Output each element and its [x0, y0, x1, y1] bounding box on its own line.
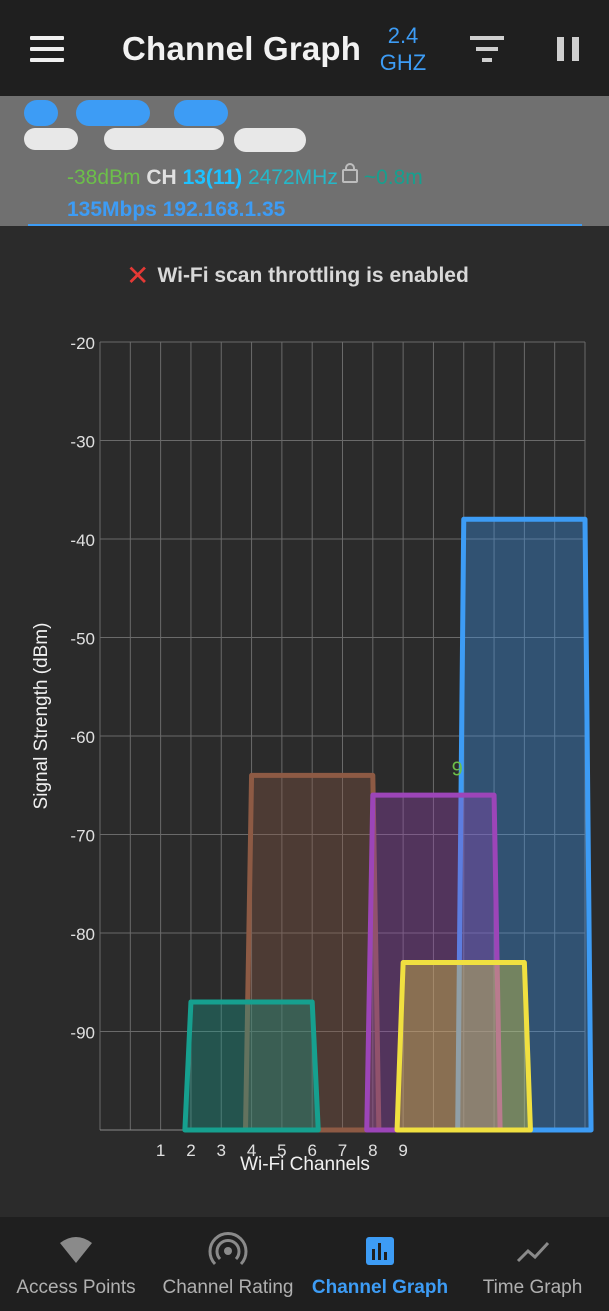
ap-details: -38dBm CH 13(11) 2472MHz ~0.8m: [67, 163, 423, 190]
line-chart-icon: [516, 1241, 549, 1263]
band-value: 2.4: [387, 23, 419, 48]
channel-graph-chart: -20-30-40-50-60-70-80-901 2 3 4 5 6 7 8 99Wi-Fi …: [31, 334, 594, 1175]
redacted-ssid: [24, 100, 234, 126]
nav-label: Access Points: [16, 1277, 136, 1298]
y-tick-label: -20: [70, 334, 95, 353]
ap-link-info: 135Mbps 192.168.1.35: [67, 198, 285, 222]
nav-label: Channel Graph: [311, 1277, 449, 1298]
ap-link-speed: 135Mbps: [67, 198, 157, 221]
band-unit: GHZ: [379, 50, 427, 75]
filter-icon[interactable]: [470, 36, 504, 62]
pause-icon[interactable]: [557, 37, 579, 61]
error-x-icon: ✕: [126, 260, 150, 291]
x-axis-title: Wi-Fi Channels: [240, 1154, 370, 1175]
channel-annotation: 9: [452, 758, 463, 780]
channel-area: [182, 999, 321, 1133]
channel-area: [394, 960, 533, 1133]
y-tick-label: -70: [70, 827, 95, 846]
menu-icon[interactable]: [30, 36, 64, 62]
nav-label: Channel Rating: [162, 1277, 294, 1298]
nav-channel-rating[interactable]: Channel Rating: [152, 1217, 304, 1311]
band-toggle-button[interactable]: 2.4 GHZ: [374, 22, 432, 76]
throttling-warning: ✕ Wi-Fi scan throttling is enabled: [126, 256, 469, 291]
ap-ip: 192.168.1.35: [162, 198, 286, 221]
x-tick-label: 1: [156, 1141, 165, 1160]
bar-chart-icon: [366, 1237, 394, 1265]
wifi-icon: [60, 1237, 92, 1263]
y-tick-label: -90: [70, 1024, 95, 1043]
ap-frequency: 2472MHz: [247, 166, 338, 189]
ap-channel-label: CH: [146, 166, 177, 189]
y-tick-label: -30: [70, 433, 95, 452]
ap-channel: 13(11): [182, 166, 243, 189]
ap-signal: -38dBm: [67, 166, 141, 189]
y-tick-label: -60: [70, 728, 95, 747]
y-tick-label: -80: [70, 925, 95, 944]
bottom-navigation: Access Points Channel Rating Channel Gra…: [0, 1217, 609, 1311]
antenna-icon: [208, 1232, 248, 1266]
ap-card-divider: [28, 224, 582, 226]
x-tick-label: 9: [398, 1141, 407, 1160]
nav-access-points[interactable]: Access Points: [0, 1217, 152, 1311]
app-bar: Channel Graph 2.4 GHZ: [0, 0, 609, 96]
x-tick-label: 3: [217, 1141, 226, 1160]
nav-label: Time Graph: [482, 1277, 583, 1298]
x-tick-label: 2: [186, 1141, 195, 1160]
lock-icon: [341, 163, 358, 183]
warning-text: Wi-Fi scan throttling is enabled: [157, 264, 469, 287]
y-tick-label: -40: [70, 531, 95, 550]
page-title: Channel Graph: [122, 30, 362, 67]
y-axis-title: Signal Strength (dBm): [31, 623, 52, 810]
nav-time-graph[interactable]: Time Graph: [456, 1217, 609, 1311]
ap-distance: ~0.8m: [363, 166, 423, 189]
redacted-bssid: [24, 128, 314, 154]
y-tick-label: -50: [70, 630, 95, 649]
nav-channel-graph[interactable]: Channel Graph: [304, 1217, 456, 1311]
